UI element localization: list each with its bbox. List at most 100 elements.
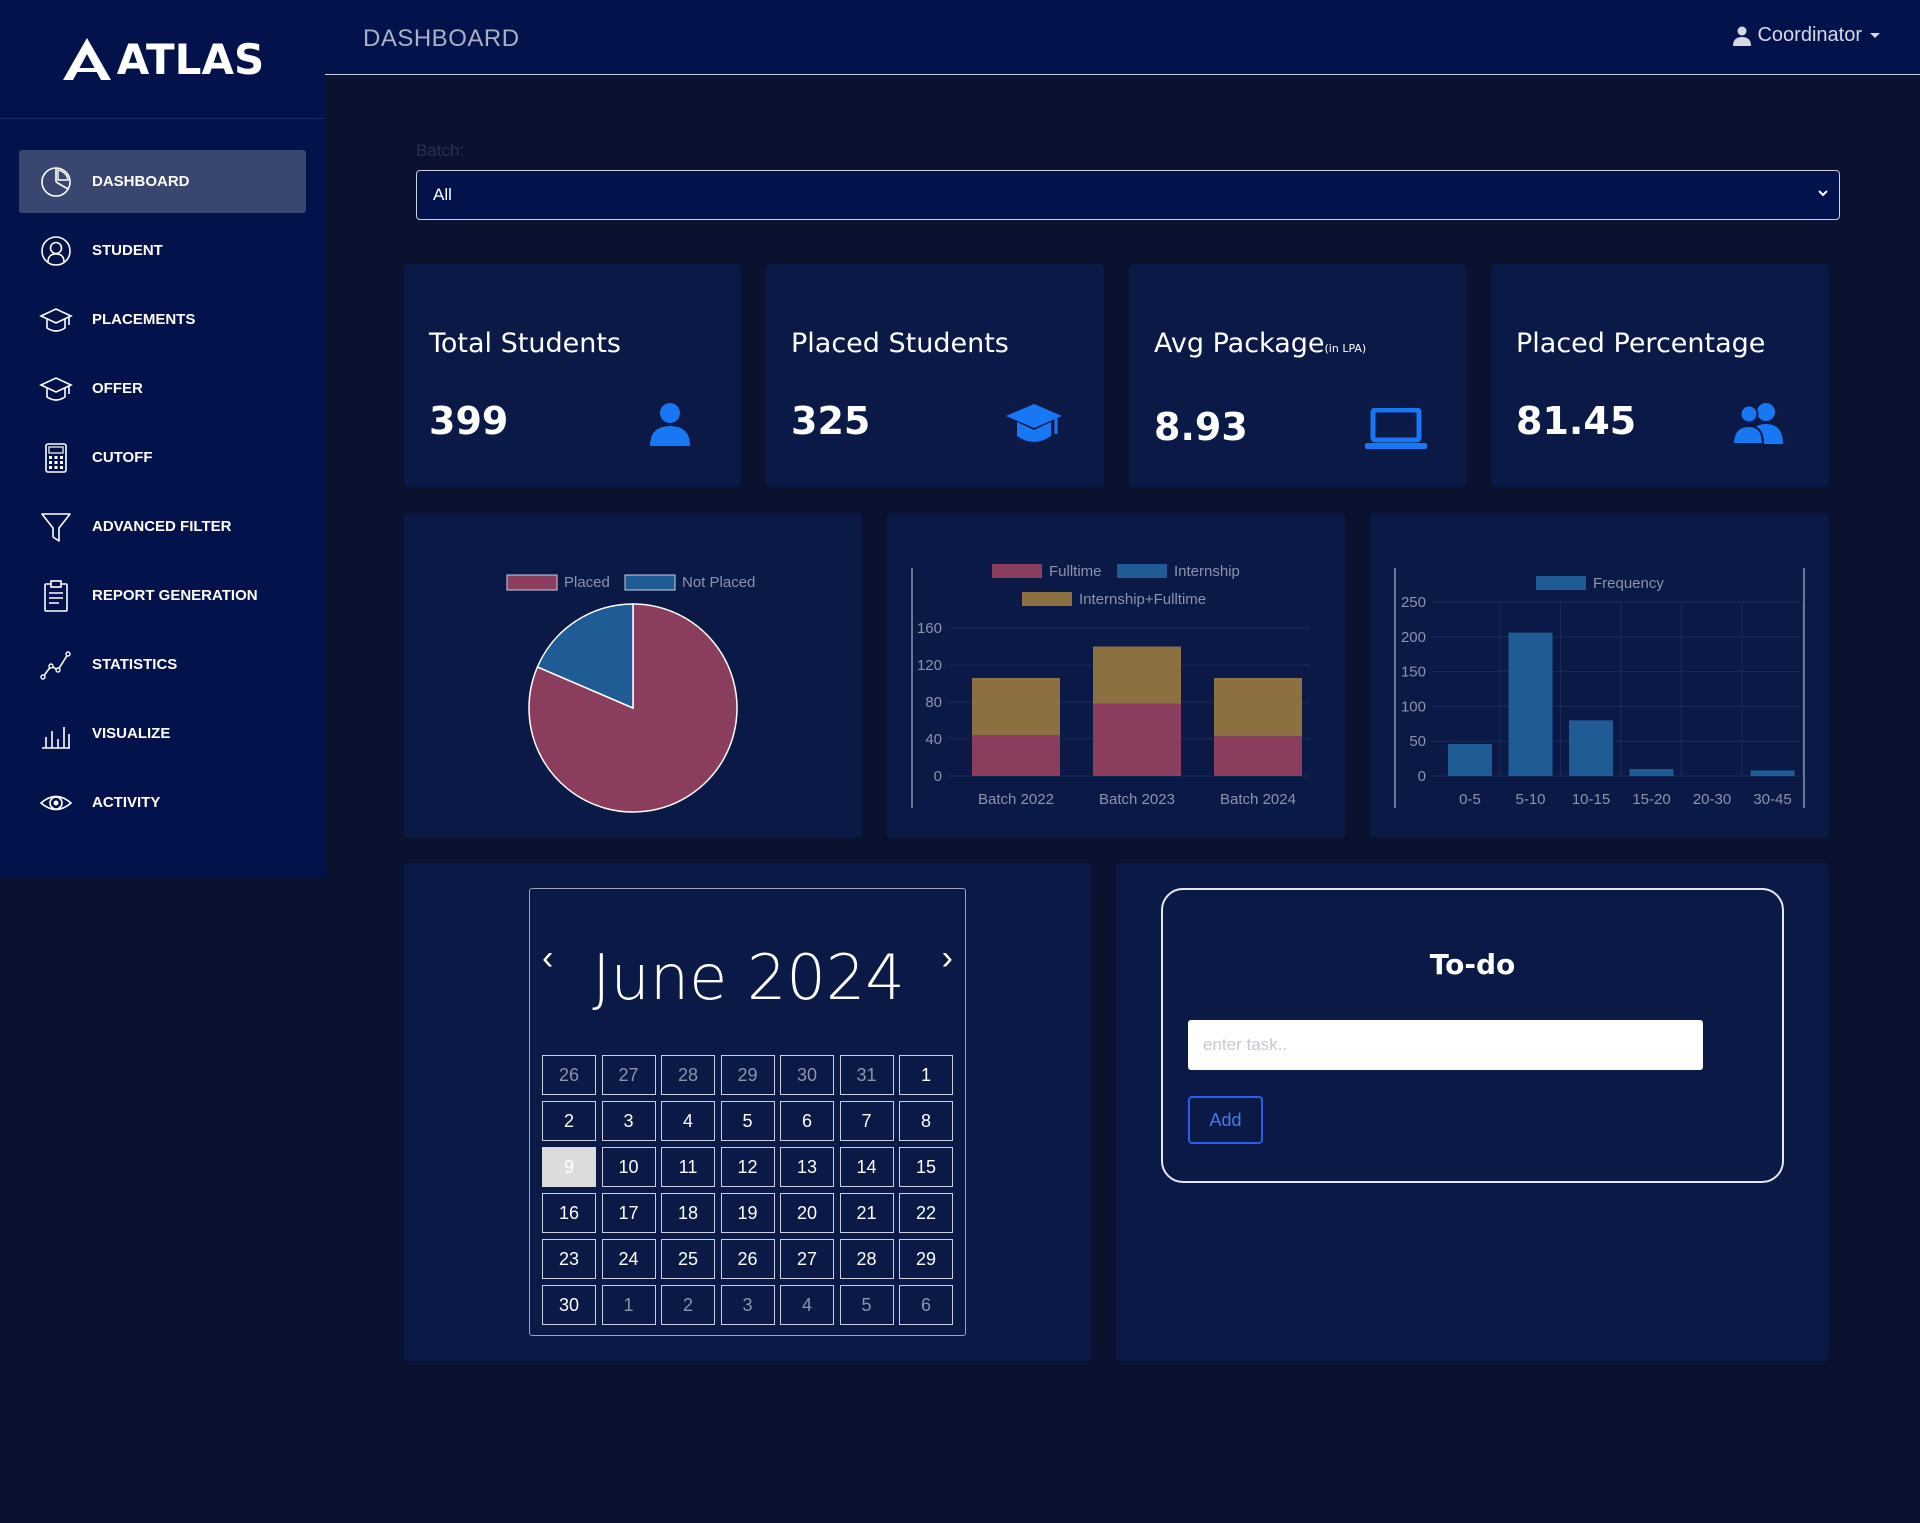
app-logo[interactable]: ATLAS bbox=[0, 0, 325, 119]
calendar-day[interactable]: 21 bbox=[839, 1193, 894, 1233]
calendar-day[interactable]: 10 bbox=[601, 1147, 656, 1187]
eye-icon bbox=[39, 786, 73, 820]
batch-select[interactable]: All bbox=[416, 170, 1840, 220]
x-tick-label: 20-30 bbox=[1693, 791, 1731, 808]
calendar-day[interactable]: 2 bbox=[542, 1101, 596, 1141]
calendar-day[interactable]: 17 bbox=[601, 1193, 656, 1233]
sidebar-item-label: DASHBOARD bbox=[92, 173, 190, 190]
calendar-day[interactable]: 13 bbox=[780, 1147, 834, 1187]
atlas-logo-icon bbox=[62, 38, 111, 80]
legend-swatch bbox=[506, 574, 558, 591]
calendar-day[interactable]: 18 bbox=[661, 1193, 715, 1233]
calendar-day[interactable]: 29 bbox=[899, 1239, 953, 1279]
stat-value: 399 bbox=[429, 399, 509, 443]
calendar-day[interactable]: 5 bbox=[720, 1101, 775, 1141]
bar-internship-fulltime bbox=[1214, 677, 1302, 737]
calendar-day-today[interactable]: 9 bbox=[542, 1147, 596, 1187]
calendar-day[interactable]: 30 bbox=[542, 1285, 596, 1325]
user-name: Coordinator bbox=[1757, 24, 1862, 46]
calendar-day[interactable]: 28 bbox=[661, 1055, 715, 1095]
bar-fulltime bbox=[972, 735, 1060, 776]
x-tick-label: Batch 2024 bbox=[1220, 791, 1296, 808]
calendar-day[interactable]: 15 bbox=[899, 1147, 953, 1187]
legend-label: Not Placed bbox=[682, 574, 755, 591]
calendar-day[interactable]: 29 bbox=[720, 1055, 775, 1095]
calendar-day[interactable]: 6 bbox=[899, 1285, 953, 1325]
sidebar-item-statistics[interactable]: STATISTICS bbox=[19, 633, 306, 696]
calendar-day[interactable]: 23 bbox=[542, 1239, 596, 1279]
calendar-day[interactable]: 2 bbox=[661, 1285, 715, 1325]
x-tick-label: Batch 2022 bbox=[978, 791, 1054, 808]
calendar-day[interactable]: 28 bbox=[839, 1239, 894, 1279]
calendar-day[interactable]: 31 bbox=[839, 1055, 894, 1095]
stat-value: 325 bbox=[791, 399, 871, 443]
legend-label: Fulltime bbox=[1049, 563, 1102, 580]
sidebar-item-activity[interactable]: ACTIVITY bbox=[19, 771, 306, 834]
sidebar-item-label: OFFER bbox=[92, 380, 143, 397]
calendar-day[interactable]: 11 bbox=[661, 1147, 715, 1187]
bar-internship-fulltime bbox=[972, 677, 1060, 736]
y-tick-label: 250 bbox=[1401, 594, 1426, 611]
calendar-day[interactable]: 27 bbox=[601, 1055, 656, 1095]
calendar-day[interactable]: 24 bbox=[601, 1239, 656, 1279]
todo-add-button[interactable]: Add bbox=[1188, 1096, 1263, 1144]
stat-title: Placed Students bbox=[791, 328, 1009, 359]
calendar-day[interactable]: 14 bbox=[839, 1147, 894, 1187]
sidebar-item-label: ACTIVITY bbox=[92, 794, 161, 811]
calendar-day[interactable]: 8 bbox=[899, 1101, 953, 1141]
calendar-day[interactable]: 3 bbox=[601, 1101, 656, 1141]
calendar-day[interactable]: 5 bbox=[839, 1285, 894, 1325]
calendar-day[interactable]: 27 bbox=[780, 1239, 834, 1279]
pie-chart-icon bbox=[39, 165, 73, 199]
calendar-day[interactable]: 26 bbox=[542, 1055, 596, 1095]
stat-title: Placed Percentage bbox=[1516, 328, 1766, 359]
x-tick-label: 5-10 bbox=[1515, 791, 1545, 808]
user-circle-icon bbox=[39, 234, 73, 268]
calendar-day[interactable]: 7 bbox=[839, 1101, 894, 1141]
users-icon bbox=[1733, 402, 1785, 444]
calendar-day[interactable]: 16 bbox=[542, 1193, 596, 1233]
calendar-day[interactable]: 6 bbox=[780, 1101, 834, 1141]
user-menu[interactable]: Coordinator bbox=[1733, 24, 1880, 47]
sidebar-item-report-generation[interactable]: REPORT GENERATION bbox=[19, 564, 306, 627]
calendar-day[interactable]: 3 bbox=[720, 1285, 775, 1325]
bar-fulltime bbox=[1214, 736, 1302, 776]
sidebar-item-offer[interactable]: OFFER bbox=[19, 357, 306, 420]
stat-value: 8.93 bbox=[1154, 405, 1248, 449]
sidebar-item-label: CUTOFF bbox=[92, 449, 153, 466]
sidebar-item-visualize[interactable]: VISUALIZE bbox=[19, 702, 306, 765]
sidebar-item-student[interactable]: STUDENT bbox=[19, 219, 306, 282]
sidebar: ATLAS DASHBOARD STUDENT PLACEMENTS OFFER bbox=[0, 0, 325, 878]
sidebar-item-advanced-filter[interactable]: ADVANCED FILTER bbox=[19, 495, 306, 558]
package-frequency-chart: Frequency 0 50 100 150 200 250 0-5 5-10 10-15 15-2… bbox=[1370, 513, 1829, 838]
sidebar-item-placements[interactable]: PLACEMENTS bbox=[19, 288, 306, 351]
legend-swatch bbox=[624, 574, 676, 591]
user-icon bbox=[1733, 26, 1752, 46]
calendar-day[interactable]: 26 bbox=[720, 1239, 775, 1279]
calendar-day[interactable]: 1 bbox=[601, 1285, 656, 1325]
y-tick-label: 150 bbox=[1401, 664, 1426, 681]
sidebar-item-cutoff[interactable]: CUTOFF bbox=[19, 426, 306, 489]
calendar-next-button[interactable]: › bbox=[942, 941, 953, 975]
sidebar-item-dashboard[interactable]: DASHBOARD bbox=[19, 150, 306, 213]
calendar-day[interactable]: 19 bbox=[720, 1193, 775, 1233]
y-tick-label: 200 bbox=[1401, 629, 1426, 646]
stat-value: 81.45 bbox=[1516, 399, 1637, 443]
calendar-day[interactable]: 25 bbox=[661, 1239, 715, 1279]
calendar-day[interactable]: 4 bbox=[661, 1101, 715, 1141]
calendar-day[interactable]: 12 bbox=[720, 1147, 775, 1187]
y-tick-label: 0 bbox=[1418, 768, 1426, 785]
calendar-day[interactable]: 30 bbox=[780, 1055, 834, 1095]
y-tick-label: 100 bbox=[1401, 698, 1426, 715]
calendar-month-title: June 2024 bbox=[592, 941, 905, 1014]
calendar-day[interactable]: 22 bbox=[899, 1193, 953, 1233]
calendar-grid: 26 27 28 29 30 31 1 2 3 4 5 6 7 8 9 10 11 12 13 14 15 16 17 18 1… bbox=[542, 1055, 953, 1325]
calendar-day[interactable]: 1 bbox=[899, 1055, 953, 1095]
calendar-day[interactable]: 20 bbox=[780, 1193, 834, 1233]
stat-title-unit: (in LPA) bbox=[1324, 342, 1367, 355]
stat-title: Avg Package(in LPA) bbox=[1154, 328, 1366, 359]
todo-task-input[interactable] bbox=[1188, 1020, 1703, 1070]
calendar-day[interactable]: 4 bbox=[780, 1285, 834, 1325]
bar-fulltime bbox=[1093, 703, 1181, 776]
sidebar-nav: DASHBOARD STUDENT PLACEMENTS OFFER CUTOF… bbox=[0, 119, 325, 834]
